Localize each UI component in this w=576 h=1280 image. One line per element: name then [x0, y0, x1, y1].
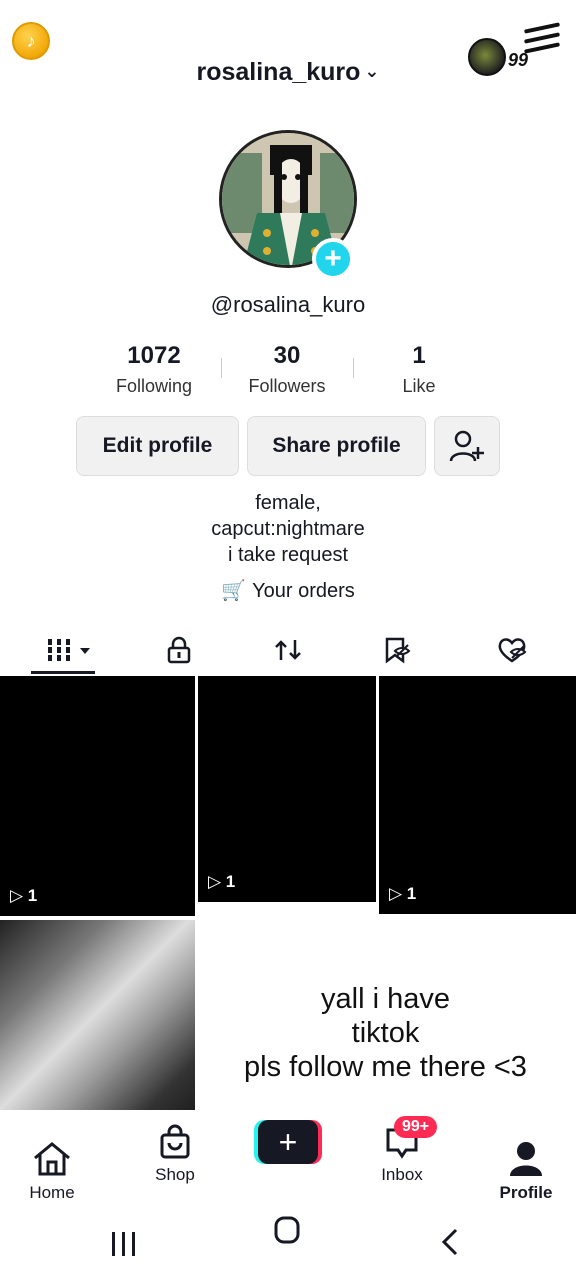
video-thumbnail[interactable]: ▷ 1	[0, 676, 195, 916]
tab-private[interactable]	[159, 630, 199, 670]
stat-divider	[353, 358, 354, 378]
bio-line: i take request	[227, 544, 349, 566]
recent-apps-icon[interactable]	[112, 1232, 135, 1256]
stat-divider	[221, 358, 222, 378]
content-tabs	[0, 624, 576, 674]
orders-label: Your orders	[252, 580, 355, 602]
profile-icon	[510, 1142, 542, 1176]
followers-count: 30	[273, 342, 301, 369]
likes-label: Like	[402, 376, 436, 396]
plus-icon: +	[278, 1123, 298, 1160]
username: rosalina_kuro	[196, 58, 361, 86]
heart-hidden-icon	[498, 638, 527, 663]
bookmark-hidden-icon	[385, 637, 411, 664]
video-thumbnail[interactable]: ▷ 1	[379, 676, 576, 914]
view-count: ▷ 1	[10, 886, 38, 905]
caption-line: tiktok	[351, 1017, 420, 1049]
view-count: ▷ 1	[208, 872, 236, 891]
add-friend-icon	[449, 430, 484, 462]
caption-line: yall i have	[321, 983, 450, 1015]
share-profile-button[interactable]: Share profile	[247, 416, 426, 476]
bio-line: female,	[255, 492, 321, 514]
nav-profile-label: Profile	[499, 1183, 553, 1202]
video-grid: ▷ 1 ▷ 1 ▷ 1 yall i have tiktok pls follo…	[0, 676, 576, 1146]
bottom-navigation: Home Shop + Inbox 99+ Profile	[0, 1110, 576, 1210]
add-story-button[interactable]: +	[312, 238, 354, 280]
view-count: ▷ 1	[389, 884, 417, 903]
menu-icon[interactable]	[523, 22, 561, 56]
tab-liked[interactable]	[492, 630, 532, 670]
edit-profile-button[interactable]: Edit profile	[76, 416, 239, 476]
coin-icon[interactable]: ♪	[12, 22, 50, 60]
tab-saved[interactable]	[376, 630, 416, 670]
caption-line: pls follow me there <3	[244, 1051, 527, 1083]
cart-icon: 🛒	[221, 580, 247, 602]
following-count: 1072	[127, 342, 181, 369]
profile-handle: @rosalina_kuro	[210, 292, 366, 317]
inbox-badge: 99+	[394, 1116, 438, 1138]
system-navigation	[0, 1210, 576, 1280]
lock-icon	[167, 636, 191, 664]
stat-likes[interactable]: 1 Like	[369, 342, 469, 397]
nav-shop-label: Shop	[155, 1165, 195, 1184]
story-avatar[interactable]	[468, 38, 506, 76]
chevron-down-icon: ⌄	[364, 61, 380, 81]
followers-label: Followers	[248, 376, 326, 396]
shop-bag-icon	[160, 1124, 190, 1159]
likes-count: 1	[412, 342, 426, 369]
back-icon[interactable]	[441, 1228, 458, 1256]
home-system-icon[interactable]	[274, 1216, 300, 1244]
grid-icon	[48, 639, 90, 661]
following-label: Following	[115, 376, 193, 396]
stat-followers[interactable]: 30 Followers	[237, 342, 337, 397]
active-tab-indicator	[31, 671, 95, 674]
nav-home-label: Home	[29, 1183, 75, 1202]
add-friend-button[interactable]	[434, 416, 500, 476]
repost-icon	[275, 640, 301, 660]
nav-inbox-label: Inbox	[381, 1165, 423, 1184]
nav-profile[interactable]: Profile	[494, 1140, 558, 1203]
bio: female, capcut:nightmare i take request	[0, 490, 576, 568]
video-thumbnail[interactable]: ▷ 1	[198, 676, 376, 902]
stat-following[interactable]: 1072 Following	[104, 342, 204, 397]
tab-reposts[interactable]	[268, 630, 308, 670]
bio-line: capcut:nightmare	[211, 518, 365, 540]
home-icon	[34, 1142, 70, 1176]
nav-home[interactable]: Home	[22, 1140, 82, 1203]
your-orders-link[interactable]: 🛒 Your orders	[0, 578, 576, 603]
tab-videos[interactable]	[44, 630, 96, 670]
nav-shop[interactable]: Shop	[148, 1124, 202, 1185]
create-button[interactable]: +	[258, 1120, 318, 1164]
